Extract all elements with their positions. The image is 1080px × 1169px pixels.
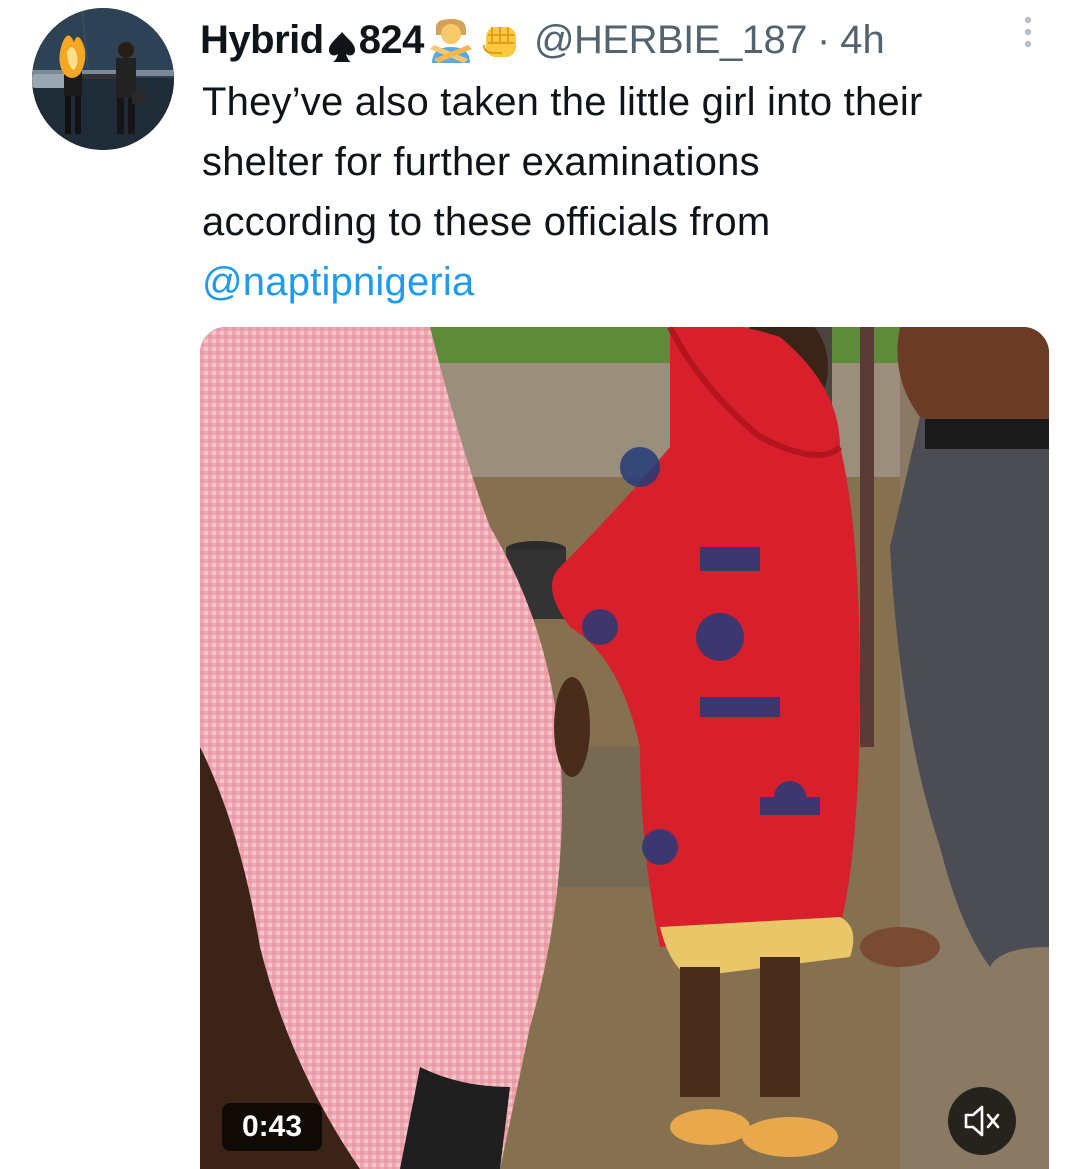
display-name-suffix[interactable]: 824 xyxy=(359,12,425,68)
spade-icon xyxy=(327,23,357,62)
tweet-text-line: They’ve also taken the little girl into … xyxy=(202,80,923,124)
person-crossing-arms-emoji-icon xyxy=(428,17,474,63)
timestamp[interactable]: 4h xyxy=(840,12,885,68)
user-handle[interactable]: @HERBIE_187 xyxy=(534,12,808,68)
video-overlay-bottom-left: 0:43 xyxy=(200,1027,400,1167)
speaker-muted-icon xyxy=(964,1105,1000,1137)
mention-link[interactable]: @naptipnigeria xyxy=(202,260,474,304)
raised-fist-emoji-icon xyxy=(478,17,524,63)
tweet-text-line: shelter for further examinations xyxy=(202,140,760,184)
display-name[interactable]: Hybrid xyxy=(200,12,324,68)
tweet-text: They’ve also taken the little girl into … xyxy=(202,72,1062,312)
tweet-header: Hybrid 824 @HERBIE_187 · 4h xyxy=(200,12,885,68)
avatar-image xyxy=(32,8,174,150)
tweet-text-line: according to these officials from xyxy=(202,200,771,244)
mute-button[interactable] xyxy=(948,1087,1016,1155)
video-player[interactable]: 0:43 xyxy=(200,327,1049,1169)
header-separator: · xyxy=(816,18,831,62)
video-duration-badge: 0:43 xyxy=(222,1103,322,1151)
avatar[interactable] xyxy=(32,8,174,150)
more-options-icon[interactable] xyxy=(1016,14,1040,54)
